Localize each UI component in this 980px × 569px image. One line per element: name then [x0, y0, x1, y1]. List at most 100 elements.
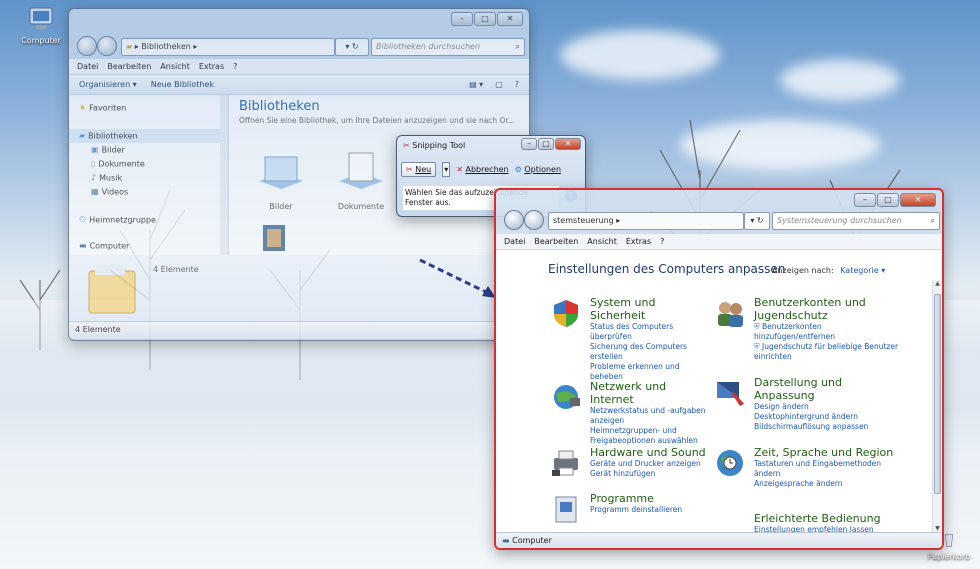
details-count: 4 Elemente [153, 265, 199, 274]
programs-icon [555, 496, 577, 523]
refresh-button[interactable]: ▾ ↻ [335, 38, 369, 56]
nav-library-videos[interactable]: ▦ Videos [69, 185, 228, 199]
category-network-internet[interactable]: Netzwerk und Internet Netzwerkstatus und… [554, 380, 710, 446]
nav-libraries[interactable]: ▰ Bibliotheken [69, 129, 228, 143]
view-by-dropdown[interactable]: Kategorie ▾ [840, 266, 885, 275]
maximize-button[interactable]: □ [538, 138, 554, 150]
category-link[interactable]: Sicherung des Computers erstellen [590, 342, 710, 362]
nav-library-music[interactable]: ♪ Musik [69, 171, 228, 185]
library-tile-label: Dokumente [337, 202, 385, 211]
minimize-button[interactable]: – [451, 12, 473, 26]
address-bar[interactable]: ▰ ▸ Bibliotheken ▸ [121, 38, 335, 56]
menu-bar: Datei Bearbeiten Ansicht Extras ? [69, 59, 529, 75]
category-link[interactable]: Programm deinstallieren [590, 505, 710, 515]
scroll-down-arrow[interactable]: ▼ [933, 525, 942, 532]
menu-bearbeiten[interactable]: Bearbeiten [534, 234, 578, 249]
menu-bearbeiten[interactable]: Bearbeiten [107, 59, 151, 74]
refresh-button[interactable]: ▾ ↻ [744, 212, 770, 230]
back-button[interactable] [504, 210, 524, 230]
category-title[interactable]: Programme [590, 492, 710, 505]
minimize-button[interactable]: – [854, 193, 876, 207]
category-title[interactable]: System und Sicherheit [590, 296, 710, 322]
scroll-up-arrow[interactable]: ▲ [933, 280, 942, 287]
close-button[interactable]: ✕ [900, 193, 936, 207]
nav-homegroup[interactable]: ⚇ Heimnetzgruppe [69, 213, 228, 227]
category-ease-of-access[interactable]: Erleichterte Bedienung Einstellungen emp… [754, 512, 904, 534]
maximize-button[interactable]: □ [474, 12, 496, 26]
category-time-language[interactable]: Zeit, Sprache und Region Tastaturen und … [717, 446, 904, 489]
folder-icon: ▰ [126, 42, 133, 51]
search-input[interactable]: Bibliotheken durchsuchen ⌕ [371, 38, 525, 56]
view-options-icon[interactable]: ▤ ▾ [469, 75, 483, 94]
search-icon: ⌕ [930, 216, 935, 225]
preview-pane-icon[interactable]: ▢ [495, 75, 503, 94]
pictures-icon: ▣ [91, 145, 99, 154]
library-tile-pictures[interactable]: Bilder [249, 151, 313, 211]
category-link[interactable]: Desktophintergrund ändern [754, 412, 904, 422]
minimize-button[interactable]: – [521, 138, 537, 150]
library-tile-documents[interactable]: Dokumente [329, 151, 393, 211]
category-link[interactable]: Status des Computers überprüfen [590, 322, 710, 342]
snip-mode-dropdown[interactable]: ▾ [442, 161, 451, 177]
search-input[interactable]: Systemsteuerung durchsuchen ⌕ [772, 212, 940, 230]
address-bar[interactable]: stemsteuerung ▸ [548, 212, 744, 230]
category-link[interactable]: Anzeigesprache ändern [754, 479, 904, 489]
category-link[interactable]: Tastaturen und Eingabemethoden ändern [754, 459, 904, 479]
videos-library-icon[interactable] [259, 223, 289, 253]
category-title[interactable]: Zeit, Sprache und Region [754, 446, 904, 459]
category-hardware-sound[interactable]: Hardware und Sound Geräte und Drucker an… [552, 446, 710, 479]
category-title[interactable]: Darstellung und Anpassung [754, 376, 904, 402]
nav-scrollbar[interactable] [220, 95, 228, 255]
documents-icon: ▯ [91, 159, 96, 168]
menu-help[interactable]: ? [233, 59, 237, 74]
close-button[interactable]: ✕ [555, 138, 581, 150]
menu-extras[interactable]: Extras [199, 59, 224, 74]
vertical-scrollbar[interactable]: ▲ ▼ [932, 280, 942, 532]
category-link[interactable]: Netzwerkstatus und -aufgaben anzeigen [590, 406, 710, 426]
organize-button[interactable]: Organisieren ▾ [79, 75, 137, 94]
nav-library-documents[interactable]: ▯ Dokumente [69, 157, 228, 171]
category-appearance[interactable]: Darstellung und Anpassung Design ändern … [717, 376, 904, 432]
nav-favorites[interactable]: ★ Favoriten [69, 101, 228, 115]
cancel-button[interactable]: ✕ Abbrechen [456, 165, 508, 174]
menu-ansicht[interactable]: Ansicht [587, 234, 617, 249]
breadcrumb[interactable]: Bibliotheken [141, 42, 191, 51]
menu-ansicht[interactable]: Ansicht [160, 59, 190, 74]
category-link[interactable]: Heimnetzgruppen- und Freigabeoptionen au… [590, 426, 710, 446]
window-controls: – □ ✕ [854, 193, 936, 207]
new-library-button[interactable]: Neue Bibliothek [151, 75, 214, 94]
category-title[interactable]: Benutzerkonten und Jugendschutz [754, 296, 904, 322]
help-icon[interactable]: ? [515, 75, 519, 94]
category-link[interactable]: ⛨ Jugendschutz für beliebige Benutzer ei… [754, 342, 904, 362]
menu-datei[interactable]: Datei [77, 59, 98, 74]
scroll-thumb[interactable] [934, 294, 941, 494]
desktop-icon-computer[interactable]: Computer [10, 6, 72, 45]
category-link[interactable]: ⛨ Benutzerkonten hinzufügen/entfernen [754, 322, 904, 342]
category-programs[interactable]: Programme Programm deinstallieren [555, 492, 710, 523]
options-button[interactable]: ⚙ Optionen [515, 165, 561, 174]
category-system-security[interactable]: System und Sicherheit Status des Compute… [554, 296, 710, 382]
libraries-folder-icon [88, 265, 136, 314]
back-button[interactable] [77, 36, 97, 56]
maximize-button[interactable]: □ [877, 193, 899, 207]
nav-computer[interactable]: ▬ Computer [69, 239, 228, 253]
category-title[interactable]: Erleichterte Bedienung [754, 512, 904, 525]
menu-extras[interactable]: Extras [626, 234, 651, 249]
control-panel-window[interactable]: – □ ✕ stemsteuerung ▸ ▾ ↻ Systemsteuerun… [494, 188, 944, 550]
nav-library-pictures[interactable]: ▣ Bilder [69, 143, 228, 157]
category-link[interactable]: Gerät hinzufügen [590, 469, 710, 479]
menu-help[interactable]: ? [660, 234, 664, 249]
forward-button[interactable] [97, 36, 117, 56]
category-link[interactable]: Design ändern [754, 402, 904, 412]
new-snip-button[interactable]: ✂ Neu [401, 161, 437, 177]
category-user-accounts[interactable]: Benutzerkonten und Jugendschutz ⛨ Benutz… [718, 296, 904, 362]
close-button[interactable]: ✕ [497, 12, 523, 26]
category-title[interactable]: Netzwerk und Internet [590, 380, 710, 406]
category-link[interactable]: Geräte und Drucker anzeigen [590, 459, 710, 469]
category-link[interactable]: Probleme erkennen und beheben [590, 362, 710, 382]
category-link[interactable]: Bildschirmauflösung anpassen [754, 422, 904, 432]
forward-button[interactable] [524, 210, 544, 230]
category-title[interactable]: Hardware und Sound [590, 446, 710, 459]
menu-datei[interactable]: Datei [504, 234, 525, 249]
breadcrumb[interactable]: stemsteuerung [553, 216, 614, 225]
